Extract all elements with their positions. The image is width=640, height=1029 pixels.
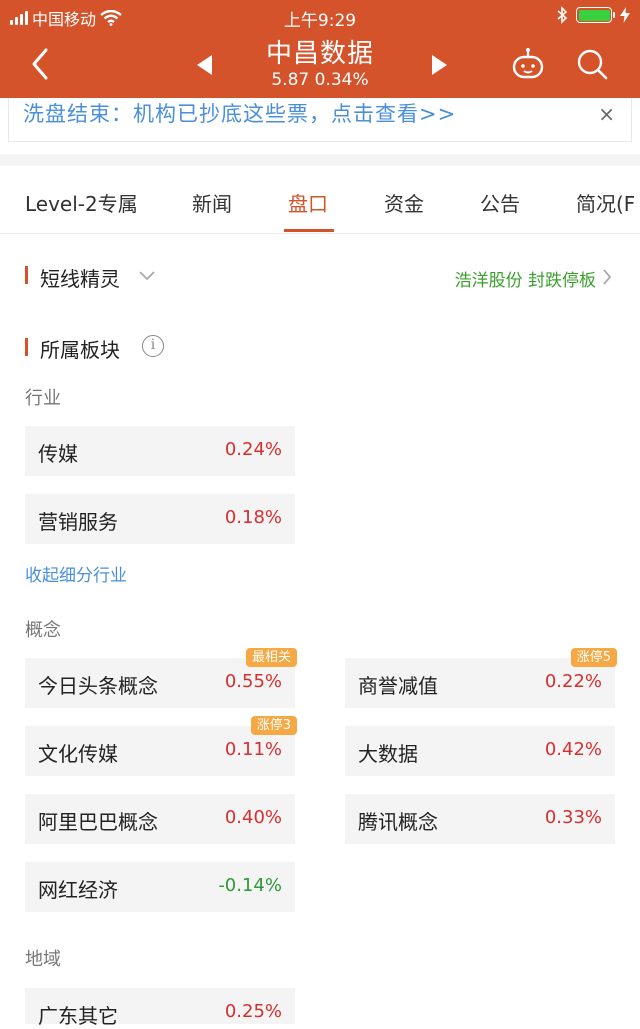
sector-card[interactable]: 商誉减值 0.22% 涨停5 bbox=[345, 648, 617, 708]
battery-icon bbox=[576, 7, 615, 23]
sector-change: 0.40% bbox=[224, 807, 282, 828]
tab-order-book[interactable]: 盘口 bbox=[288, 188, 328, 217]
status-right bbox=[556, 6, 630, 24]
sector-name: 传媒 bbox=[38, 442, 78, 466]
app-header: 中国移动 上午9:29 中昌数据 5.87 0.34% bbox=[0, 0, 640, 98]
region-label: 地域 bbox=[25, 949, 61, 970]
section-marker bbox=[25, 338, 28, 356]
search-icon[interactable] bbox=[574, 46, 610, 82]
tab-level2[interactable]: Level-2专属 bbox=[25, 188, 138, 217]
sector-card[interactable]: 网红经济 -0.14% bbox=[25, 862, 295, 912]
section-marker bbox=[25, 266, 28, 284]
sector-change: 0.25% bbox=[224, 1001, 282, 1022]
sector-change: 0.11% bbox=[224, 739, 282, 760]
sector-change: 0.42% bbox=[544, 739, 602, 760]
sector-card[interactable]: 大数据 0.42% bbox=[345, 726, 615, 776]
robot-assistant-icon[interactable] bbox=[508, 46, 548, 82]
sector-card[interactable]: 文化传媒 0.11% 涨停3 bbox=[25, 716, 297, 776]
active-tab-indicator bbox=[284, 229, 334, 232]
next-stock-button[interactable] bbox=[426, 52, 452, 78]
sector-name: 商誉减值 bbox=[358, 674, 438, 698]
sector-name: 营销服务 bbox=[38, 510, 118, 534]
tab-profile[interactable]: 简况(F bbox=[576, 188, 635, 217]
clock: 上午9:29 bbox=[283, 11, 357, 31]
charging-icon bbox=[620, 7, 630, 23]
collapse-subindustry-link[interactable]: 收起细分行业 bbox=[25, 561, 127, 586]
sector-change: 0.33% bbox=[544, 807, 602, 828]
tab-bar: Level-2专属 新闻 盘口 资金 公告 简况(F bbox=[0, 166, 640, 234]
tab-funds[interactable]: 资金 bbox=[384, 188, 424, 217]
short-sprite-title[interactable]: 短线精灵 bbox=[40, 263, 120, 292]
sector-card[interactable]: 腾讯概念 0.33% bbox=[345, 794, 615, 844]
status-bar: 中国移动 上午9:29 bbox=[0, 0, 640, 32]
section-divider bbox=[0, 154, 640, 166]
sector-change: -0.14% bbox=[218, 875, 282, 896]
bluetooth-icon bbox=[557, 6, 568, 24]
limit-up-badge: 涨停3 bbox=[250, 716, 297, 735]
promo-banner[interactable]: 洗盘结束：机构已抄底这些票，点击查看>> × bbox=[8, 98, 632, 142]
sector-card[interactable]: 广东其它 0.25% bbox=[25, 988, 295, 1028]
sector-name: 文化传媒 bbox=[38, 742, 118, 766]
concept-label: 概念 bbox=[25, 620, 61, 641]
sectors-title: 所属板块 bbox=[40, 338, 120, 362]
sector-name: 今日头条概念 bbox=[38, 674, 158, 698]
sector-card[interactable]: 阿里巴巴概念 0.40% bbox=[25, 794, 295, 844]
sector-change: 0.18% bbox=[224, 507, 282, 528]
chevron-down-icon[interactable] bbox=[138, 268, 156, 282]
sector-name: 网红经济 bbox=[38, 878, 118, 902]
sector-card[interactable]: 营销服务 0.18% bbox=[25, 494, 295, 544]
sector-name: 阿里巴巴概念 bbox=[38, 810, 158, 834]
stock-price: 5.87 bbox=[271, 70, 310, 90]
tab-announcements[interactable]: 公告 bbox=[480, 188, 520, 217]
sector-change: 0.55% bbox=[224, 671, 282, 692]
sector-name: 广东其它 bbox=[38, 1004, 118, 1028]
chevron-right-icon[interactable] bbox=[602, 268, 612, 286]
sector-change: 0.24% bbox=[224, 439, 282, 460]
sector-card[interactable]: 传媒 0.24% bbox=[25, 426, 295, 476]
tab-news[interactable]: 新闻 bbox=[192, 188, 232, 217]
banner-text[interactable]: 洗盘结束：机构已抄底这些票，点击查看>> bbox=[23, 98, 456, 128]
sector-name: 腾讯概念 bbox=[358, 810, 438, 834]
stock-change: 0.34% bbox=[314, 70, 369, 90]
limit-up-badge: 涨停5 bbox=[570, 648, 617, 667]
industry-label: 行业 bbox=[25, 388, 61, 409]
most-relevant-badge: 最相关 bbox=[245, 648, 297, 667]
sector-name: 大数据 bbox=[358, 742, 418, 766]
sector-card[interactable]: 今日头条概念 0.55% 最相关 bbox=[25, 648, 297, 708]
close-icon[interactable]: × bbox=[598, 102, 615, 126]
sector-change: 0.22% bbox=[544, 671, 602, 692]
info-icon[interactable]: i bbox=[142, 335, 164, 357]
short-sprite-latest[interactable]: 浩洋股份 封跌停板 bbox=[455, 266, 596, 291]
